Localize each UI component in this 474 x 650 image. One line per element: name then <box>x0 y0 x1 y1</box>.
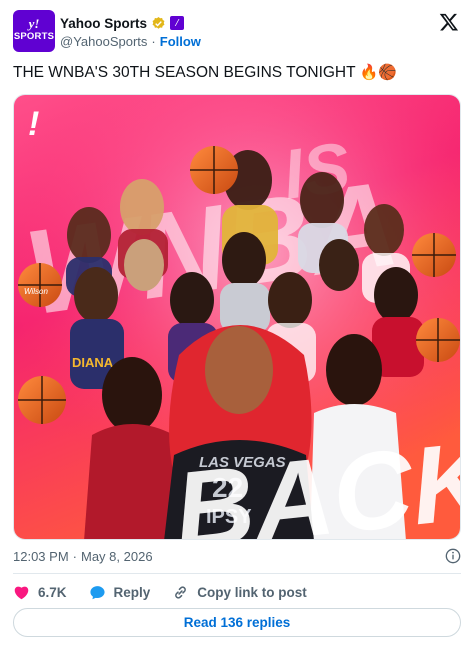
post-text-body: THE WNBA'S 30TH SEASON BEGINS TONIGHT <box>13 64 356 81</box>
basketball-icon <box>412 233 456 277</box>
wnba-promo-graphic: WNBA IS ! DIANA LAS VEGAS 22 IPSY Wilson… <box>14 95 460 539</box>
basketball-icon: Wilson <box>18 263 62 307</box>
post-header: y! SPORTS Yahoo Sports / @YahooSports · … <box>13 10 461 54</box>
reply-bubble-icon <box>89 585 105 599</box>
divider <box>13 573 461 574</box>
fire-basketball-emoji: 🔥🏀 <box>359 64 397 81</box>
reply-button[interactable]: Reply <box>89 584 151 601</box>
exclamation-badge: ! <box>28 105 39 143</box>
avatar[interactable]: y! SPORTS <box>13 10 55 52</box>
like-count: 6.7K <box>38 584 67 600</box>
post-date[interactable]: May 8, 2026 <box>81 549 153 564</box>
reply-label: Reply <box>113 584 151 600</box>
affiliate-badge-icon: / <box>170 16 185 30</box>
basketball-icon <box>190 146 238 194</box>
handle-separator: · <box>151 33 156 49</box>
handle[interactable]: @YahooSports <box>60 34 147 49</box>
post-image[interactable]: WNBA IS ! DIANA LAS VEGAS 22 IPSY Wilson… <box>13 94 461 540</box>
verified-badge-icon <box>152 16 165 29</box>
ball-brand-text: Wilson <box>24 287 48 296</box>
jersey-left-text: DIANA <box>72 355 114 370</box>
copy-link-button[interactable]: Copy link to post <box>172 584 307 601</box>
display-name[interactable]: Yahoo Sports <box>60 16 147 31</box>
follow-button[interactable]: Follow <box>160 34 201 49</box>
name-row: Yahoo Sports / <box>60 14 185 32</box>
info-icon[interactable] <box>445 548 461 564</box>
post-text: THE WNBA'S 30TH SEASON BEGINS TONIGHT 🔥🏀 <box>13 62 461 84</box>
post-meta: 12:03 PM · May 8, 2026 <box>13 545 461 567</box>
x-logo-icon[interactable] <box>439 12 459 32</box>
copy-link-label: Copy link to post <box>197 584 307 600</box>
post-time[interactable]: 12:03 PM <box>13 549 69 564</box>
like-button[interactable]: 6.7K <box>13 584 67 601</box>
action-bar: 6.7K Reply Copy link to post <box>13 580 461 604</box>
basketball-icon <box>18 376 66 424</box>
handle-row: @YahooSports · Follow <box>60 32 201 50</box>
link-icon <box>175 585 187 599</box>
meta-separator: · <box>72 548 77 564</box>
avatar-logo-text: y! <box>28 16 40 31</box>
heart-icon <box>14 586 29 599</box>
avatar-brand-text: SPORTS <box>13 31 55 42</box>
read-replies-button[interactable]: Read 136 replies <box>13 608 461 637</box>
basketball-icon <box>416 318 460 362</box>
